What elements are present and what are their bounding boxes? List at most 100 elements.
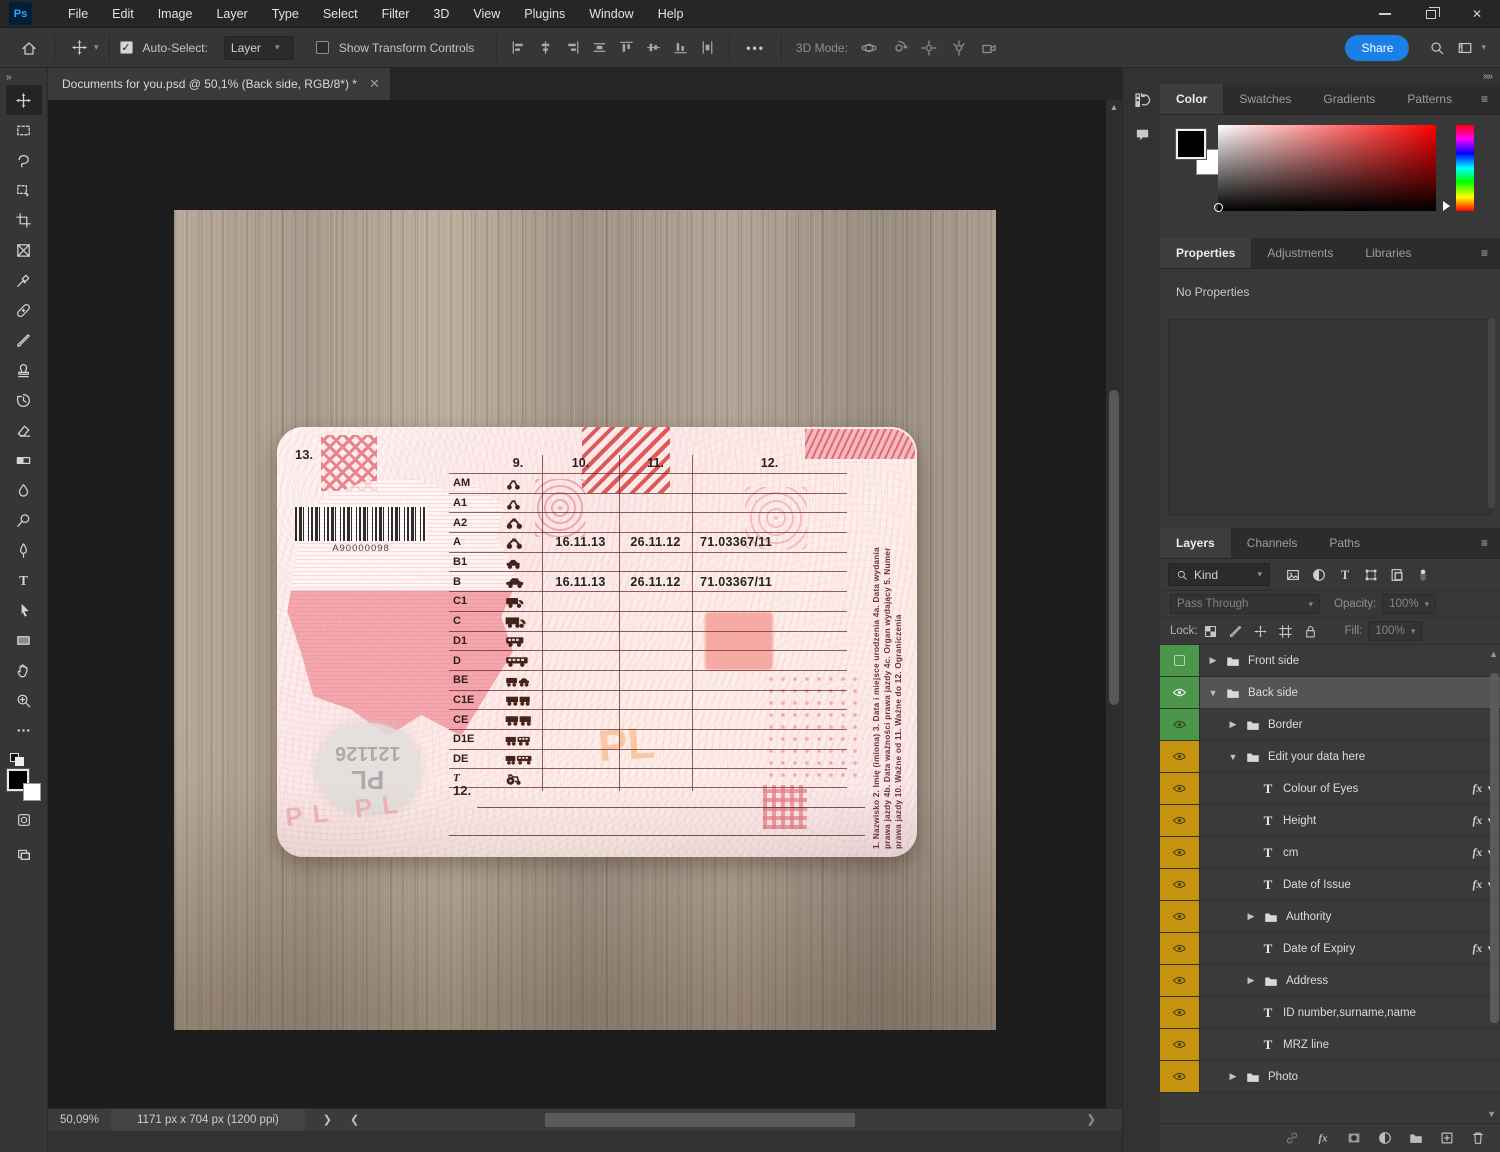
- kind-filter-dropdown[interactable]: Kind ▾: [1168, 563, 1270, 586]
- visibility-toggle[interactable]: [1160, 837, 1200, 868]
- vertical-scrollbar[interactable]: ▲: [1106, 100, 1122, 1108]
- properties-scroll-thumb[interactable]: [1488, 318, 1495, 508]
- canvas[interactable]: 13. A90000098 PL 121126 PL PL PL 9. 10. 11…: [48, 100, 1106, 1108]
- filter-toggle-icon[interactable]: [1411, 567, 1435, 583]
- layer-row[interactable]: THeightfx▼: [1160, 805, 1500, 837]
- new-adjustment-icon[interactable]: [1377, 1130, 1393, 1146]
- shape-filter-icon[interactable]: [1359, 567, 1383, 583]
- expand-chevron-icon[interactable]: ▶: [1246, 911, 1256, 922]
- history-panel-icon[interactable]: [1123, 83, 1161, 117]
- panel-menu-icon[interactable]: ≡: [1481, 84, 1500, 114]
- tool-path-select[interactable]: [6, 595, 42, 625]
- menu-file[interactable]: File: [56, 7, 100, 21]
- status-next-icon[interactable]: ❯: [323, 1113, 332, 1126]
- fill-value[interactable]: 100% ▾: [1368, 621, 1423, 641]
- horizontal-scroll-thumb[interactable]: [545, 1113, 855, 1127]
- align-right-icon[interactable]: [561, 39, 584, 56]
- visibility-toggle[interactable]: [1160, 1029, 1200, 1060]
- menu-view[interactable]: View: [461, 7, 512, 21]
- roll-3d-icon[interactable]: [888, 39, 910, 57]
- lock-paint-icon[interactable]: [1228, 624, 1243, 639]
- align-vcenter-icon[interactable]: [642, 39, 665, 56]
- minimize-button[interactable]: [1362, 0, 1408, 28]
- layers-scroll-thumb[interactable]: [1490, 673, 1499, 1023]
- align-top-icon[interactable]: [615, 39, 638, 56]
- menu-type[interactable]: Type: [260, 7, 311, 21]
- foreground-background-swatches[interactable]: [5, 768, 41, 801]
- tool-healing[interactable]: [6, 295, 42, 325]
- toolbar-expand-icon[interactable]: »: [0, 68, 47, 85]
- visibility-toggle[interactable]: [1160, 677, 1200, 708]
- tool-brush[interactable]: [6, 325, 42, 355]
- menu-window[interactable]: Window: [577, 7, 645, 21]
- tool-dodge[interactable]: [6, 505, 42, 535]
- saturation-marker[interactable]: [1214, 203, 1223, 212]
- move-tool-icon[interactable]: [65, 39, 94, 56]
- camera-3d-icon[interactable]: [978, 39, 1000, 57]
- restore-button[interactable]: [1408, 0, 1454, 28]
- layer-row[interactable]: Tcmfx▼: [1160, 837, 1500, 869]
- background-color[interactable]: [22, 783, 41, 801]
- menu-3d[interactable]: 3D: [421, 7, 461, 21]
- layer-row[interactable]: TColour of Eyesfx▼: [1160, 773, 1500, 805]
- layer-row[interactable]: ▶ Address: [1160, 965, 1500, 997]
- tool-lasso[interactable]: [6, 145, 42, 175]
- layer-row[interactable]: ▶ Front side: [1160, 645, 1500, 677]
- vertical-scroll-thumb[interactable]: [1109, 390, 1119, 705]
- home-icon[interactable]: [14, 39, 44, 57]
- close-button[interactable]: ✕: [1454, 0, 1500, 28]
- tool-gradient[interactable]: [6, 445, 42, 475]
- layer-row[interactable]: ▼ Edit your data here: [1160, 741, 1500, 773]
- expand-chevron-icon[interactable]: ▶: [1228, 719, 1238, 730]
- lock-all-icon[interactable]: [1303, 624, 1318, 639]
- visibility-toggle[interactable]: [1160, 1061, 1200, 1092]
- workspace-chevron-icon[interactable]: ▾: [1481, 42, 1486, 53]
- align-dist-v-icon[interactable]: [696, 39, 719, 56]
- fx-badge[interactable]: fx: [1472, 943, 1482, 955]
- tool-object-select[interactable]: [6, 175, 42, 205]
- menu-select[interactable]: Select: [311, 7, 370, 21]
- fx-badge[interactable]: fx: [1472, 879, 1482, 891]
- align-left-icon[interactable]: [507, 39, 530, 56]
- type-filter-icon[interactable]: T: [1333, 567, 1357, 583]
- tool-zoom[interactable]: [6, 685, 42, 715]
- tab-adjustments[interactable]: Adjustments: [1251, 238, 1349, 268]
- tool-stamp[interactable]: [6, 355, 42, 385]
- link-layers-icon[interactable]: [1284, 1130, 1300, 1146]
- fx-badge[interactable]: fx: [1472, 847, 1482, 859]
- visibility-toggle[interactable]: [1160, 773, 1200, 804]
- expand-panels-icon[interactable]: »»: [1483, 71, 1493, 82]
- document-tab[interactable]: Documents for you.psd @ 50,1% (Back side…: [48, 68, 391, 100]
- hue-marker[interactable]: [1443, 201, 1450, 211]
- tab-color[interactable]: Color: [1160, 84, 1224, 114]
- tool-history-brush[interactable]: [6, 385, 42, 415]
- panel-menu-icon[interactable]: ≡: [1481, 238, 1500, 268]
- default-swap-colors-icon[interactable]: [9, 751, 36, 766]
- foreground-color-swatch[interactable]: [1175, 128, 1207, 160]
- fx-badge[interactable]: fx: [1472, 783, 1482, 795]
- auto-select-checkbox[interactable]: ✓: [119, 41, 133, 54]
- tool-ellipsis[interactable]: [6, 715, 42, 745]
- tab-paths[interactable]: Paths: [1313, 528, 1376, 558]
- comments-panel-icon[interactable]: [1123, 117, 1161, 151]
- more-options-icon[interactable]: •••: [740, 41, 771, 55]
- lock-move-icon[interactable]: [1253, 624, 1268, 639]
- scroll-up-icon[interactable]: ▲: [1106, 100, 1122, 114]
- expand-chevron-icon[interactable]: ▶: [1228, 1071, 1238, 1082]
- layer-row[interactable]: TDate of Expiryfx▼: [1160, 933, 1500, 965]
- layer-row[interactable]: ▶ Photo: [1160, 1061, 1500, 1093]
- orbit-3d-icon[interactable]: [858, 39, 880, 57]
- tool-blur[interactable]: [6, 475, 42, 505]
- layer-style-fx-icon[interactable]: fx: [1315, 1130, 1331, 1146]
- tool-shape[interactable]: [6, 625, 42, 655]
- tab-swatches[interactable]: Swatches: [1223, 84, 1307, 114]
- layer-row[interactable]: TDate of Issuefx▼: [1160, 869, 1500, 901]
- layer-row[interactable]: ▶ Border: [1160, 709, 1500, 741]
- smart-object-filter-icon[interactable]: [1385, 567, 1409, 583]
- opacity-value[interactable]: 100% ▾: [1382, 594, 1437, 614]
- menu-filter[interactable]: Filter: [370, 7, 422, 21]
- layer-row[interactable]: T ID number,surname,name: [1160, 997, 1500, 1029]
- tab-properties[interactable]: Properties: [1160, 238, 1252, 268]
- screen-mode-icon[interactable]: [6, 839, 42, 869]
- delete-layer-icon[interactable]: [1470, 1130, 1486, 1146]
